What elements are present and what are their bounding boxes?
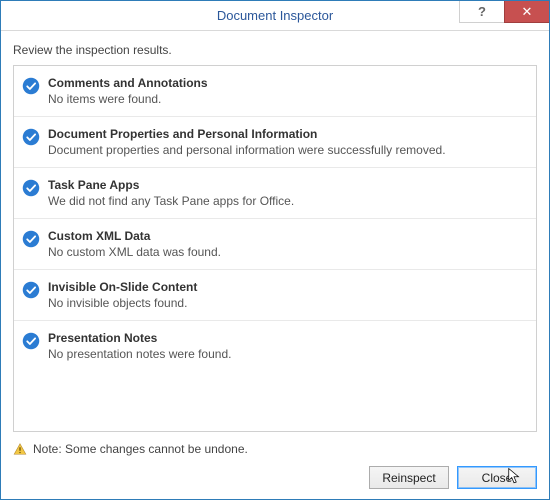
result-desc: No custom XML data was found.: [48, 245, 526, 259]
help-icon: ?: [478, 4, 486, 19]
window-title: Document Inspector: [217, 8, 333, 23]
window-close-button[interactable]: ✕: [504, 1, 549, 23]
titlebar-controls: ? ✕: [459, 1, 549, 23]
result-title: Task Pane Apps: [48, 178, 526, 192]
result-text: Presentation Notes No presentation notes…: [48, 331, 526, 361]
button-row: Reinspect Close: [13, 466, 537, 489]
result-item: Presentation Notes No presentation notes…: [14, 321, 536, 371]
dialog-content: Review the inspection results. Comments …: [1, 31, 549, 499]
result-text: Task Pane Apps We did not find any Task …: [48, 178, 526, 208]
result-title: Document Properties and Personal Informa…: [48, 127, 526, 141]
dialog-footer: Note: Some changes cannot be undone. Rei…: [13, 432, 537, 489]
note-row: Note: Some changes cannot be undone.: [13, 442, 537, 456]
reinspect-button[interactable]: Reinspect: [369, 466, 449, 489]
result-title: Presentation Notes: [48, 331, 526, 345]
result-item: Document Properties and Personal Informa…: [14, 117, 536, 168]
result-text: Comments and Annotations No items were f…: [48, 76, 526, 106]
note-text: Note: Some changes cannot be undone.: [33, 442, 248, 456]
result-desc: We did not find any Task Pane apps for O…: [48, 194, 526, 208]
result-text: Invisible On-Slide Content No invisible …: [48, 280, 526, 310]
titlebar: Document Inspector ? ✕: [1, 1, 549, 31]
result-title: Invisible On-Slide Content: [48, 280, 526, 294]
dialog-window: Document Inspector ? ✕ Review the inspec…: [0, 0, 550, 500]
result-item: Task Pane Apps We did not find any Task …: [14, 168, 536, 219]
instruction-text: Review the inspection results.: [13, 43, 537, 57]
result-desc: Document properties and personal informa…: [48, 143, 526, 157]
result-item: Invisible On-Slide Content No invisible …: [14, 270, 536, 321]
result-desc: No invisible objects found.: [48, 296, 526, 310]
result-title: Comments and Annotations: [48, 76, 526, 90]
check-icon: [22, 230, 40, 248]
close-icon: ✕: [522, 4, 533, 20]
check-icon: [22, 179, 40, 197]
result-desc: No items were found.: [48, 92, 526, 106]
result-item: Comments and Annotations No items were f…: [14, 66, 536, 117]
help-button[interactable]: ?: [459, 1, 504, 23]
warning-icon: [13, 442, 27, 456]
result-item: Custom XML Data No custom XML data was f…: [14, 219, 536, 270]
check-icon: [22, 281, 40, 299]
result-text: Document Properties and Personal Informa…: [48, 127, 526, 157]
check-icon: [22, 332, 40, 350]
check-icon: [22, 77, 40, 95]
result-desc: No presentation notes were found.: [48, 347, 526, 361]
check-icon: [22, 128, 40, 146]
result-text: Custom XML Data No custom XML data was f…: [48, 229, 526, 259]
results-list: Comments and Annotations No items were f…: [13, 65, 537, 432]
close-button[interactable]: Close: [457, 466, 537, 489]
result-title: Custom XML Data: [48, 229, 526, 243]
